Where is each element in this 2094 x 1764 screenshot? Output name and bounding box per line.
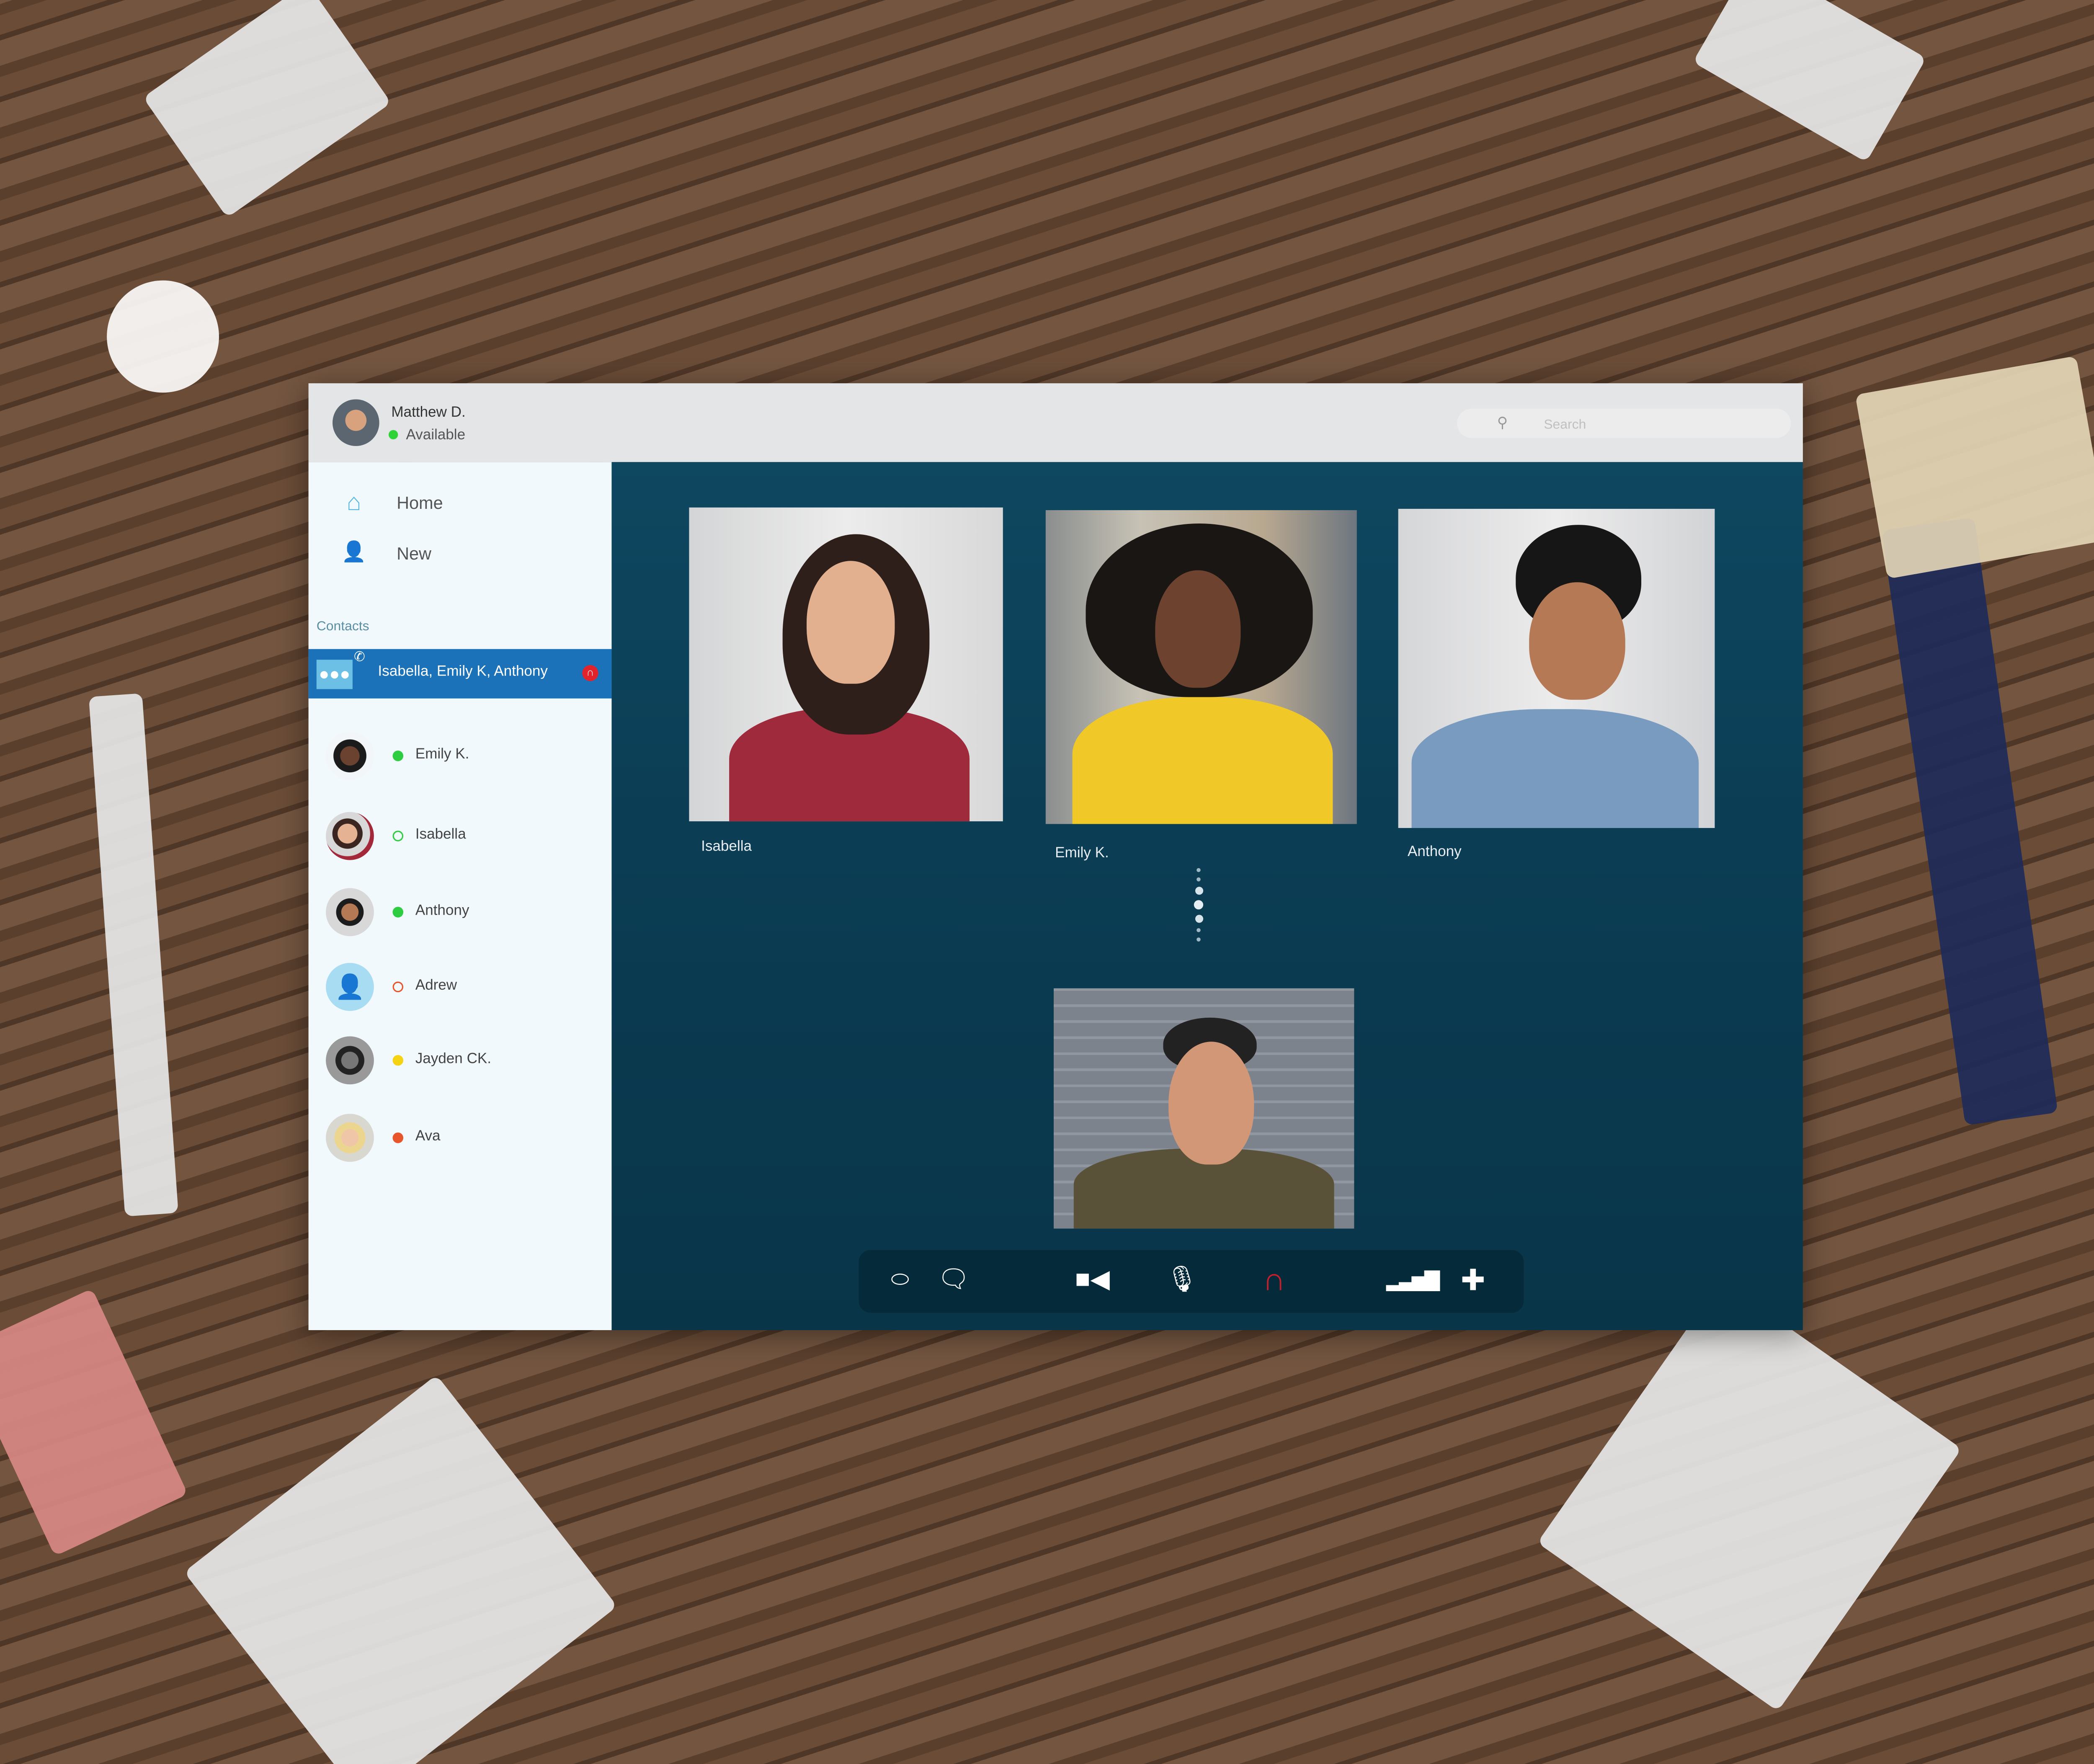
user-status[interactable]: Available	[406, 427, 465, 443]
status-dot-icon	[392, 1055, 404, 1066]
contact-avatar	[326, 1114, 374, 1162]
contact-avatar	[326, 812, 374, 860]
keyboard-decoration	[1692, 0, 1926, 162]
sidebar-item-label: New	[397, 543, 432, 563]
contact-item-emily[interactable]: Emily K.	[309, 727, 612, 785]
contact-name: Anthony	[415, 903, 469, 919]
default-avatar-icon: 👤	[326, 963, 374, 1011]
participant-name: Anthony	[1407, 844, 1462, 860]
phone-icon: ✆	[354, 650, 365, 665]
contact-name: Jayden CK.	[415, 1051, 492, 1067]
desk-background: Matthew D. Available ⚲ ⌂ Home 👤 New Cont…	[0, 0, 2094, 1764]
hang-up-icon[interactable]: ∩	[1254, 1263, 1294, 1298]
chat-icon[interactable]: 🗨	[934, 1264, 974, 1298]
monitor-decoration	[88, 693, 178, 1217]
contacts-heading: Contacts	[316, 619, 369, 634]
app-header: Matthew D. Available ⚲	[308, 383, 1803, 462]
group-call-icon: ●●●	[316, 660, 353, 689]
video-tile-emily[interactable]: Emily K.	[1045, 510, 1357, 877]
user-avatar[interactable]	[333, 399, 379, 446]
participant-video	[689, 507, 1003, 822]
search-icon: ⚲	[1497, 415, 1508, 431]
participant-name: Isabella	[701, 838, 752, 855]
contact-name: Adrew	[415, 977, 457, 994]
status-dot-icon	[392, 750, 404, 761]
contact-item-anthony[interactable]: Anthony	[309, 883, 612, 941]
participant-name: Emily K.	[1055, 845, 1109, 861]
video-camera-icon[interactable]: ■◀	[1073, 1264, 1113, 1298]
active-call-label: Isabella, Emily K, Anthony	[378, 663, 548, 680]
contact-name: Isabella	[415, 826, 466, 843]
monitor-decoration	[184, 1375, 618, 1764]
sidebar-item-home[interactable]: ⌂ Home	[340, 489, 443, 516]
search-input[interactable]	[1541, 408, 1774, 441]
add-user-icon: 👤	[341, 541, 366, 564]
sidebar-item-new[interactable]: 👤 New	[340, 539, 431, 566]
contact-item-adrew[interactable]: 👤 Adrew	[309, 957, 612, 1016]
contact-name: Emily K.	[415, 746, 469, 763]
contact-avatar	[326, 732, 374, 780]
status-dot-icon	[392, 981, 404, 993]
notebook-decoration	[0, 1288, 188, 1556]
user-name: Matthew D.	[391, 405, 466, 421]
video-call-app-window: Matthew D. Available ⚲ ⌂ Home 👤 New Cont…	[308, 383, 1803, 1331]
monitor-decoration	[1882, 517, 2058, 1126]
sidebar-item-label: Home	[397, 492, 443, 512]
papers-decoration	[1855, 356, 2094, 579]
signal-volume-icon[interactable]: ▂▃▅▇	[1386, 1264, 1440, 1298]
microphone-icon[interactable]: 🎙	[1162, 1264, 1202, 1298]
status-dot-icon	[392, 907, 404, 918]
search-box[interactable]: ⚲	[1457, 408, 1791, 441]
drag-handle[interactable]	[1194, 868, 1204, 947]
participant-video	[1045, 510, 1357, 824]
contact-item-isabella[interactable]: Isabella	[309, 807, 612, 865]
sidebar: ⌂ Home 👤 New Contacts ●●● ✆ Isabella, Em…	[308, 462, 612, 1331]
home-icon: ⌂	[346, 489, 361, 516]
monitor-decoration	[1537, 1280, 1962, 1712]
contact-avatar	[326, 1036, 374, 1085]
add-icon[interactable]: ✚	[1453, 1264, 1493, 1298]
contact-avatar	[326, 888, 374, 936]
participant-video	[1398, 508, 1715, 828]
self-video	[1053, 988, 1354, 1229]
contact-item-jayden[interactable]: Jayden CK.	[309, 1031, 612, 1090]
status-dot-icon	[388, 430, 398, 440]
status-dot-icon	[392, 1132, 404, 1143]
video-tile-isabella[interactable]: Isabella	[689, 507, 1003, 868]
keyboard-decoration	[143, 0, 392, 218]
contact-item-ava[interactable]: Ava	[309, 1109, 612, 1167]
video-call-area: Isabella Emily K. Anthony ⬭ 🗨 ■◀ 🎙 ∩ ▂▃▅…	[611, 462, 1803, 1331]
status-dot-icon	[392, 830, 404, 841]
video-tile-anthony[interactable]: Anthony	[1398, 508, 1715, 876]
call-control-bar: ⬭ 🗨 ■◀ 🎙 ∩ ▂▃▅▇ ✚	[859, 1250, 1524, 1313]
contact-name: Ava	[415, 1128, 441, 1145]
exit-icon[interactable]: ⬭	[880, 1264, 920, 1298]
self-view-video[interactable]	[1053, 988, 1354, 1229]
active-call-item[interactable]: ●●● ✆ Isabella, Emily K, Anthony ∩	[308, 649, 612, 699]
cup-decoration	[107, 280, 219, 393]
hang-up-icon[interactable]: ∩	[582, 665, 598, 681]
